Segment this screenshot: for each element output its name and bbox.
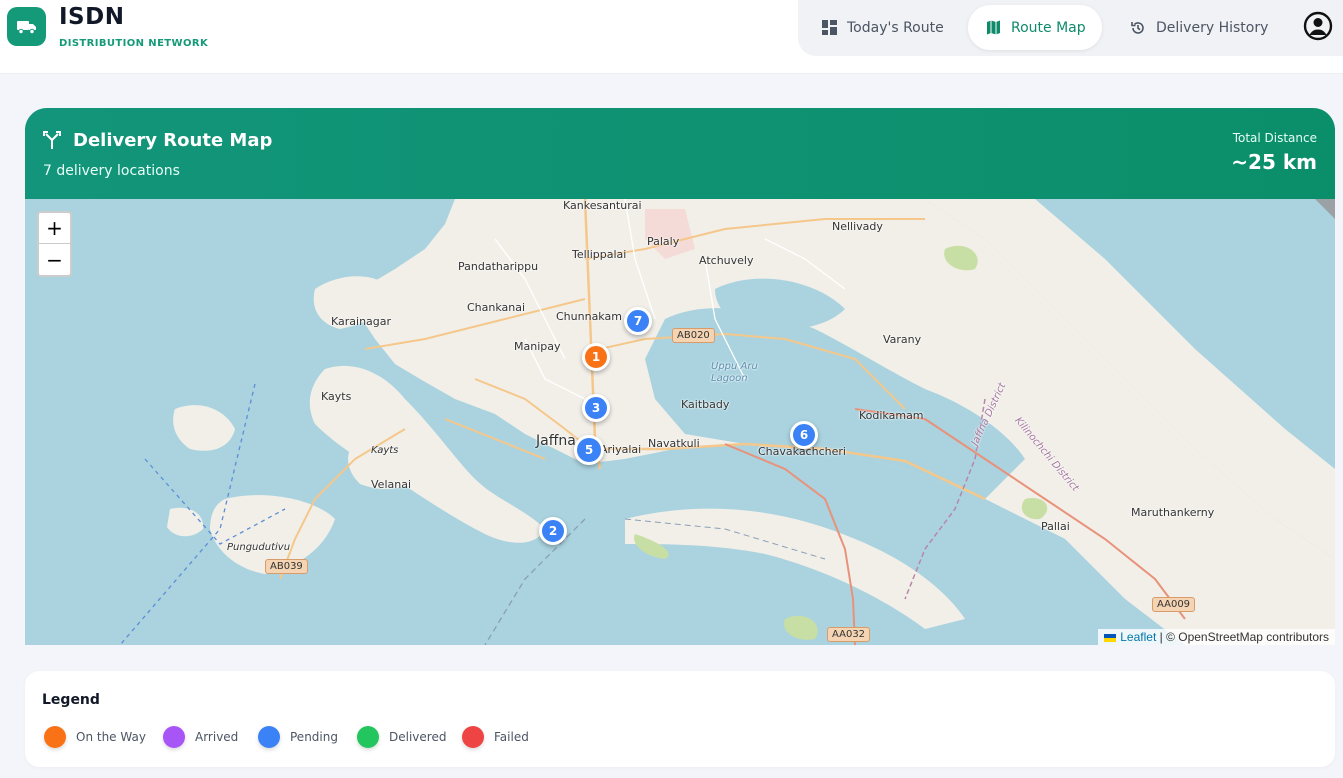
legend-dot xyxy=(258,726,280,748)
nav-todays-route-label: Today's Route xyxy=(847,19,944,36)
place-label: Manipay xyxy=(514,340,561,353)
map-marker-1[interactable]: 1 xyxy=(582,343,610,371)
place-label: Nellivady xyxy=(832,220,883,233)
legend-dot xyxy=(357,726,379,748)
leaflet-link[interactable]: Leaflet xyxy=(1120,630,1156,644)
legend-title: Legend xyxy=(42,692,100,708)
place-label: Kodikamam xyxy=(859,409,924,422)
grid-icon xyxy=(822,20,837,35)
nav-todays-route[interactable]: Today's Route xyxy=(822,5,962,50)
road-shield: AB039 xyxy=(265,559,308,574)
route-fork-icon xyxy=(43,131,61,149)
brand-title: ISDN xyxy=(59,4,125,30)
nav-delivery-history[interactable]: Delivery History xyxy=(1130,5,1290,50)
map-marker-6[interactable]: 6 xyxy=(790,421,818,449)
map-attribution: Leaflet | © OpenStreetMap contributors xyxy=(1098,629,1335,645)
place-label: Kaitbady xyxy=(681,398,730,411)
attribution-separator: | © xyxy=(1156,630,1179,644)
road-shield: AA009 xyxy=(1152,597,1196,612)
place-label: Tellippalai xyxy=(572,248,627,261)
legend-dot xyxy=(462,726,484,748)
zoom-out-button[interactable]: − xyxy=(39,244,70,275)
legend-item-arrived: Arrived xyxy=(163,726,238,748)
map-marker-7[interactable]: 7 xyxy=(624,307,652,335)
map-canvas[interactable]: Kankesanturai Palaly Nellivady Tellippal… xyxy=(25,199,1335,645)
place-label: Uppu Aru Lagoon xyxy=(711,361,758,384)
history-icon xyxy=(1131,21,1144,34)
user-circle-icon[interactable] xyxy=(1303,11,1333,41)
legend-label: Delivered xyxy=(389,730,447,744)
place-label: Chunnakam xyxy=(556,310,622,323)
place-label: Velanai xyxy=(371,478,412,491)
place-label: Kayts xyxy=(371,445,399,456)
zoom-in-button[interactable]: + xyxy=(39,213,70,244)
place-label: Karainagar xyxy=(331,315,392,328)
nav-route-map-label: Route Map xyxy=(1011,19,1086,36)
place-label: Pallai xyxy=(1041,520,1070,533)
legend-item-delivered: Delivered xyxy=(357,726,446,748)
legend-label: Arrived xyxy=(195,730,239,744)
legend-item-failed: Failed xyxy=(462,726,529,748)
place-label: Ariyalai xyxy=(600,443,642,456)
route-map-card: Delivery Route Map 7 delivery locations … xyxy=(25,108,1335,645)
total-distance-label: Total Distance xyxy=(1232,131,1317,145)
top-nav: Today's Route Route Map Delivery History xyxy=(798,0,1343,56)
place-label: Varany xyxy=(883,333,922,346)
legend-dot xyxy=(163,726,185,748)
truck-icon xyxy=(7,7,46,46)
place-label: Jaffna xyxy=(536,433,576,449)
brand-subtitle: DISTRIBUTION NETWORK xyxy=(59,38,209,49)
place-label: Maruthankerny xyxy=(1131,506,1215,519)
place-label: Pandatharippu xyxy=(458,260,539,273)
place-label: Kayts xyxy=(321,390,352,403)
road-shield: AB020 xyxy=(672,328,715,343)
legend-item-on-the-way: On the Way xyxy=(44,726,146,748)
legend-dot xyxy=(44,726,66,748)
place-label: Kankesanturai xyxy=(563,199,642,212)
legend-item-pending: Pending xyxy=(258,726,338,748)
road-shield: AA032 xyxy=(827,627,871,642)
place-label: Pungudutivu xyxy=(227,542,291,553)
place-label: Chankanai xyxy=(467,301,526,314)
card-title: Delivery Route Map xyxy=(73,130,273,151)
map-tiles xyxy=(119,199,1335,645)
map-icon xyxy=(987,20,1000,35)
legend-label: Pending xyxy=(290,730,338,744)
legend-label: On the Way xyxy=(76,730,146,744)
card-header: Delivery Route Map 7 delivery locations … xyxy=(25,108,1335,199)
total-distance-value: ~25 km xyxy=(1231,150,1317,174)
place-label: Atchuvely xyxy=(699,254,754,267)
legend-label: Failed xyxy=(494,730,529,744)
app-header: ISDN DISTRIBUTION NETWORK Today's Route … xyxy=(0,0,1343,74)
ukraine-flag-icon xyxy=(1104,633,1117,642)
map-marker-2[interactable]: 2 xyxy=(539,517,567,545)
card-subtitle: 7 delivery locations xyxy=(43,163,180,179)
place-label: Navatkuli xyxy=(648,437,700,450)
zoom-control: + − xyxy=(37,211,72,277)
nav-route-map[interactable]: Route Map xyxy=(968,5,1102,50)
legend-panel: Legend On the Way Arrived Pending Delive… xyxy=(25,671,1335,767)
map-marker-3[interactable]: 3 xyxy=(582,394,610,422)
nav-delivery-history-label: Delivery History xyxy=(1156,19,1269,36)
place-label: Palaly xyxy=(647,235,680,248)
map-marker-5[interactable]: 5 xyxy=(574,435,604,465)
osm-link[interactable]: OpenStreetMap contributors xyxy=(1178,630,1329,644)
